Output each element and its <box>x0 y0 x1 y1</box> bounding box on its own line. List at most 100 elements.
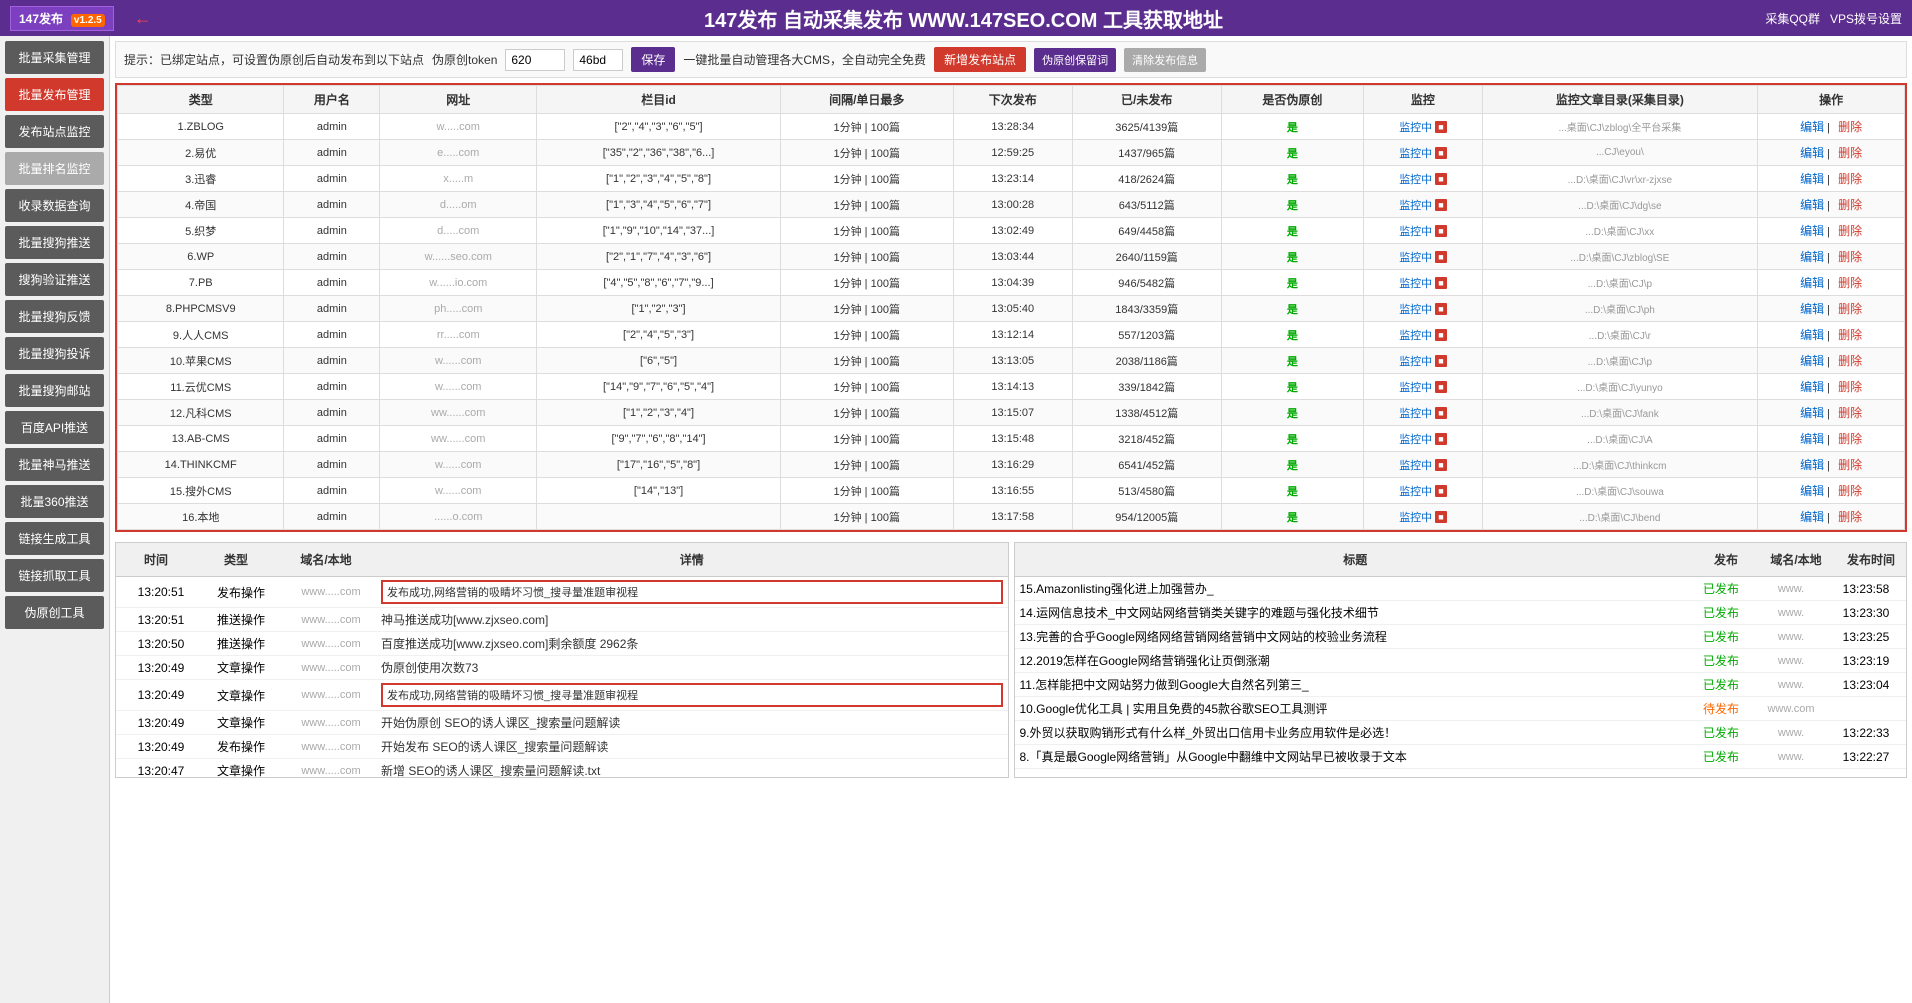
sidebar-item-6[interactable]: 搜狗验证推送 <box>5 263 104 296</box>
delete-button[interactable]: 删除 <box>1838 328 1862 342</box>
monitor-icon[interactable]: ■ <box>1435 199 1446 211</box>
log-col-header: 详情 <box>376 547 1008 572</box>
edit-button[interactable]: 编辑 <box>1800 172 1824 186</box>
sidebar-item-4[interactable]: 收录数据查询 <box>5 189 104 222</box>
delete-button[interactable]: 删除 <box>1838 224 1862 238</box>
edit-button[interactable]: 编辑 <box>1800 458 1824 472</box>
sidebar-item-15[interactable]: 伪原创工具 <box>5 596 104 629</box>
log-time: 13:20:49 <box>121 661 201 675</box>
sidebar-item-2[interactable]: 发布站点监控 <box>5 115 104 148</box>
edit-button[interactable]: 编辑 <box>1800 328 1824 342</box>
monitor-icon[interactable]: ■ <box>1435 407 1446 419</box>
save-button[interactable]: 保存 <box>631 47 675 72</box>
monitor-icon[interactable]: ■ <box>1435 303 1446 315</box>
delete-button[interactable]: 删除 <box>1838 250 1862 264</box>
article-status: 已发布 <box>1691 748 1751 765</box>
article-domain: www. <box>1751 607 1831 619</box>
edit-button[interactable]: 编辑 <box>1800 224 1824 238</box>
sidebar-item-0[interactable]: 批量采集管理 <box>5 41 104 74</box>
monitor-icon[interactable]: ■ <box>1435 459 1446 471</box>
delete-button[interactable]: 删除 <box>1838 198 1862 212</box>
monitor-link[interactable]: 监控中 <box>1399 301 1432 317</box>
sidebar-item-13[interactable]: 链接生成工具 <box>5 522 104 555</box>
edit-button[interactable]: 编辑 <box>1800 276 1824 290</box>
delete-button[interactable]: 删除 <box>1838 380 1862 394</box>
sidebar-item-5[interactable]: 批量搜狗推送 <box>5 226 104 259</box>
monitor-icon[interactable]: ■ <box>1435 277 1446 289</box>
edit-button[interactable]: 编辑 <box>1800 380 1824 394</box>
edit-button[interactable]: 编辑 <box>1800 198 1824 212</box>
monitor-link[interactable]: 监控中 <box>1399 327 1432 343</box>
sidebar-item-11[interactable]: 批量神马推送 <box>5 448 104 481</box>
delete-button[interactable]: 删除 <box>1838 120 1862 134</box>
monitor-icon[interactable]: ■ <box>1435 433 1446 445</box>
edit-button[interactable]: 编辑 <box>1800 354 1824 368</box>
delete-button[interactable]: 删除 <box>1838 406 1862 420</box>
monitor-link[interactable]: 监控中 <box>1399 509 1432 525</box>
token-input[interactable] <box>505 49 565 71</box>
sidebar-item-7[interactable]: 批量搜狗反馈 <box>5 300 104 333</box>
monitor-link[interactable]: 监控中 <box>1399 379 1432 395</box>
table-cell: d.....com <box>380 218 537 244</box>
monitor-icon[interactable]: ■ <box>1435 511 1446 523</box>
sidebar-item-9[interactable]: 批量搜狗邮站 <box>5 374 104 407</box>
delete-button[interactable]: 删除 <box>1838 302 1862 316</box>
monitor-icon[interactable]: ■ <box>1435 251 1446 263</box>
delete-button[interactable]: 删除 <box>1838 276 1862 290</box>
delete-button[interactable]: 删除 <box>1838 432 1862 446</box>
delete-button[interactable]: 删除 <box>1838 458 1862 472</box>
monitor-icon[interactable]: ■ <box>1435 173 1446 185</box>
edit-button[interactable]: 编辑 <box>1800 432 1824 446</box>
clear-info-button[interactable]: 清除发布信息 <box>1124 48 1206 72</box>
edit-button[interactable]: 编辑 <box>1800 146 1824 160</box>
monitor-link[interactable]: 监控中 <box>1399 275 1432 291</box>
edit-button[interactable]: 编辑 <box>1800 250 1824 264</box>
edit-button[interactable]: 编辑 <box>1800 484 1824 498</box>
vps-settings-link[interactable]: VPS拨号设置 <box>1830 10 1902 27</box>
log-panel-scroll[interactable]: 13:20:51发布操作www.....com发布成功,网络营销的吸睛坏习惯_搜… <box>116 577 1008 777</box>
fake-original-button[interactable]: 伪原创保留词 <box>1034 48 1116 72</box>
monitor-icon[interactable]: ■ <box>1435 485 1446 497</box>
monitor-link[interactable]: 监控中 <box>1399 249 1432 265</box>
log-row: 13:20:51推送操作www.....com神马推送成功[www.zjxseo… <box>116 608 1008 632</box>
sidebar-item-14[interactable]: 链接抓取工具 <box>5 559 104 592</box>
monitor-link[interactable]: 监控中 <box>1399 171 1432 187</box>
monitor-icon[interactable]: ■ <box>1435 225 1446 237</box>
sidebar-item-12[interactable]: 批量360推送 <box>5 485 104 518</box>
monitor-link[interactable]: 监控中 <box>1399 353 1432 369</box>
article-panel-scroll[interactable]: 15.Amazonlisting强化进上加强营办_已发布www.13:23:58… <box>1015 577 1907 769</box>
delete-button[interactable]: 删除 <box>1838 146 1862 160</box>
token-input2[interactable] <box>573 49 623 71</box>
monitor-icon[interactable]: ■ <box>1435 121 1446 133</box>
log-type: 推送操作 <box>201 635 281 652</box>
new-site-button[interactable]: 新增发布站点 <box>934 47 1026 72</box>
monitor-link[interactable]: 监控中 <box>1399 483 1432 499</box>
log-time: 13:20:49 <box>121 688 201 702</box>
table-cell: 1分钟 | 100篇 <box>780 452 953 478</box>
sidebar-item-10[interactable]: 百度API推送 <box>5 411 104 444</box>
edit-button[interactable]: 编辑 <box>1800 406 1824 420</box>
sidebar-item-1[interactable]: 批量发布管理 <box>5 78 104 111</box>
sidebar-item-8[interactable]: 批量搜狗投诉 <box>5 337 104 370</box>
delete-button[interactable]: 删除 <box>1838 484 1862 498</box>
monitor-link[interactable]: 监控中 <box>1399 405 1432 421</box>
monitor-icon[interactable]: ■ <box>1435 355 1446 367</box>
monitor-link[interactable]: 监控中 <box>1399 119 1432 135</box>
monitor-link[interactable]: 监控中 <box>1399 457 1432 473</box>
delete-button[interactable]: 删除 <box>1838 510 1862 524</box>
monitor-link[interactable]: 监控中 <box>1399 431 1432 447</box>
article-status: 已发布 <box>1691 580 1751 597</box>
delete-button[interactable]: 删除 <box>1838 354 1862 368</box>
edit-button[interactable]: 编辑 <box>1800 302 1824 316</box>
delete-button[interactable]: 删除 <box>1838 172 1862 186</box>
monitor-icon[interactable]: ■ <box>1435 381 1446 393</box>
monitor-link[interactable]: 监控中 <box>1399 223 1432 239</box>
table-cell: 12.凡科CMS <box>118 400 284 426</box>
qq-group-link[interactable]: 采集QQ群 <box>1765 10 1820 27</box>
monitor-link[interactable]: 监控中 <box>1399 145 1432 161</box>
edit-button[interactable]: 编辑 <box>1800 510 1824 524</box>
edit-button[interactable]: 编辑 <box>1800 120 1824 134</box>
monitor-link[interactable]: 监控中 <box>1399 197 1432 213</box>
monitor-icon[interactable]: ■ <box>1435 147 1446 159</box>
monitor-icon[interactable]: ■ <box>1435 329 1446 341</box>
